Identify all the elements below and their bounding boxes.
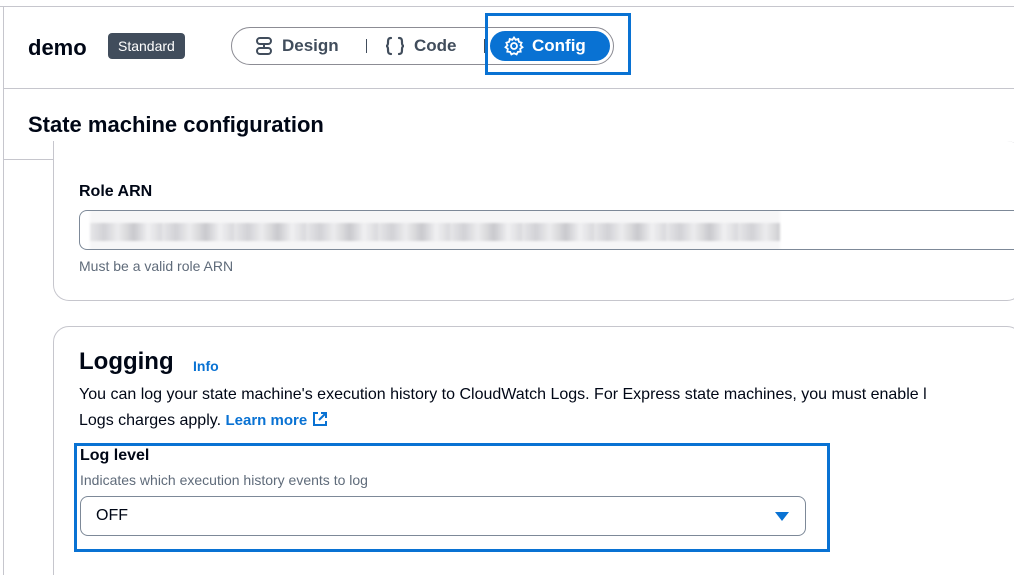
role-arn-hint: Must be a valid role ARN [79,258,234,274]
logging-title: Logging [79,348,174,375]
tab-code[interactable]: Code [384,28,457,64]
page-title: State machine configuration [28,112,324,137]
role-arn-label: Role ARN [79,183,153,200]
state-machine-name: demo [28,35,87,60]
type-badge: Standard [108,33,185,59]
tab-code-label: Code [414,36,457,55]
redacted-value [90,211,780,249]
config-tab-highlight [485,13,631,75]
external-link-icon [311,410,329,437]
config-content: Role ARN Must be a valid role ARN Loggin… [4,141,1014,575]
learn-more-link[interactable]: Learn more [225,412,329,429]
tab-separator [366,39,367,53]
log-level-highlight [74,443,830,552]
logging-info-link[interactable]: Info [193,358,219,374]
logging-description-line2: Logs charges apply. Learn more [79,408,1014,437]
role-arn-input[interactable] [79,210,1014,250]
tab-design-label: Design [282,36,339,55]
logging-description: You can log your state machine's executi… [79,382,1014,437]
logging-description-line1: You can log your state machine's executi… [79,386,927,403]
learn-more-label: Learn more [225,412,308,429]
logging-description-text: Logs charges apply. [79,412,222,429]
tab-design[interactable]: Design [254,28,339,64]
design-icon [254,36,274,56]
code-braces-icon [384,36,406,56]
